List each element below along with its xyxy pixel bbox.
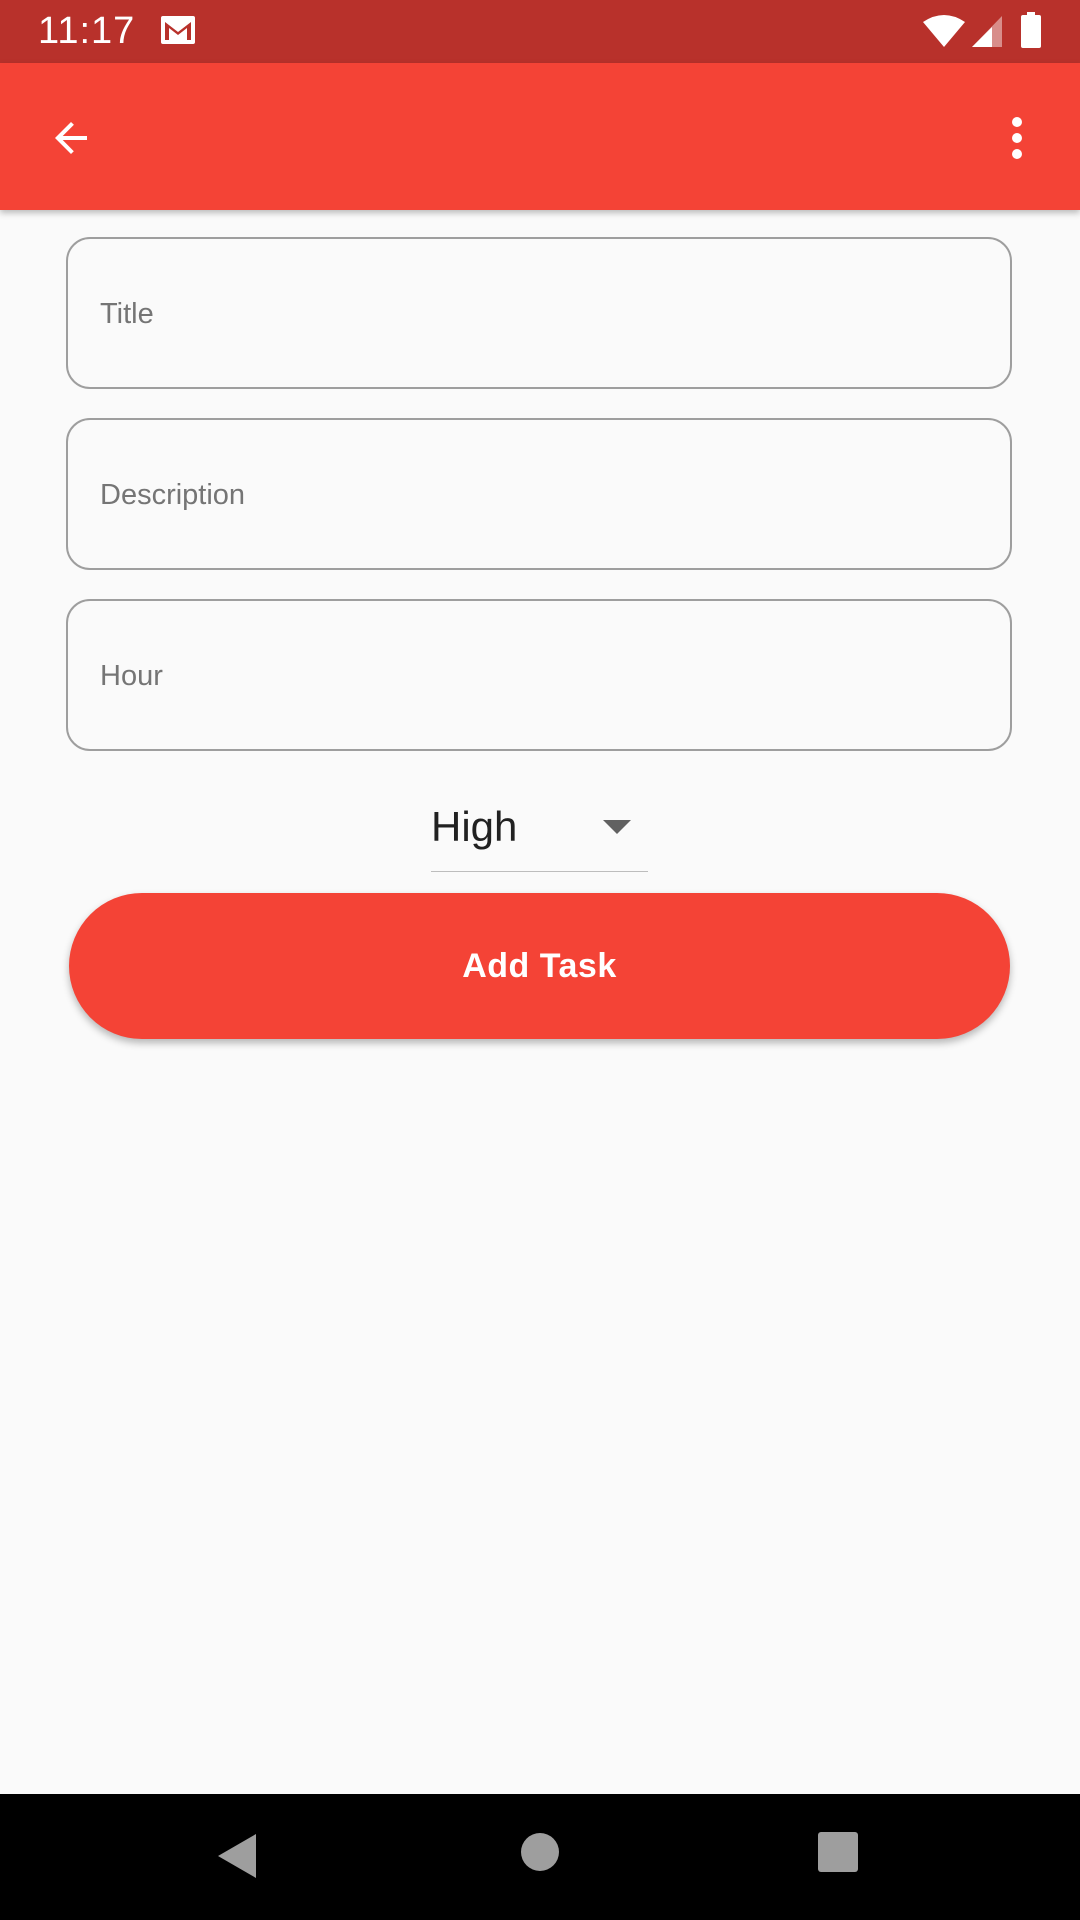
priority-selected-value: High	[431, 803, 518, 850]
app-bar	[0, 63, 1080, 210]
system-nav-bar	[0, 1794, 1080, 1920]
hour-input[interactable]	[98, 601, 982, 751]
status-time: 11:17	[38, 10, 136, 52]
priority-dropdown[interactable]: High	[431, 790, 648, 872]
back-button[interactable]	[38, 105, 104, 171]
wifi-icon	[923, 15, 965, 47]
hour-field[interactable]	[66, 599, 1012, 751]
dropdown-arrow-icon	[603, 820, 631, 834]
gmail-icon	[161, 16, 195, 44]
description-input[interactable]	[98, 420, 982, 570]
nav-back-icon[interactable]	[216, 1832, 258, 1880]
title-input[interactable]	[98, 239, 982, 389]
title-field[interactable]	[66, 237, 1012, 389]
more-vert-icon	[1012, 117, 1022, 159]
arrow-back-icon	[55, 122, 87, 154]
add-task-button[interactable]: Add Task	[69, 893, 1010, 1039]
more-options-button[interactable]	[984, 105, 1050, 171]
signal-icon	[972, 16, 1002, 47]
status-bar: 11:17	[0, 0, 1080, 63]
nav-home-icon[interactable]	[520, 1832, 560, 1872]
nav-recents-icon[interactable]	[817, 1831, 859, 1873]
battery-icon	[1021, 12, 1041, 48]
description-field[interactable]	[66, 418, 1012, 570]
